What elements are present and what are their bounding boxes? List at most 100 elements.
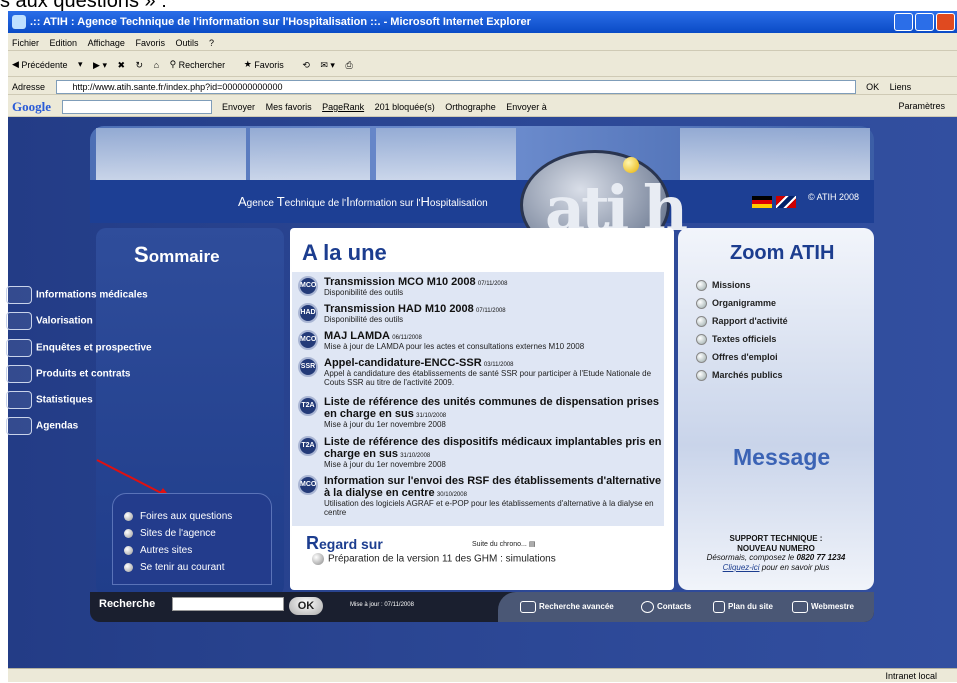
banner-photo-network bbox=[680, 128, 870, 180]
agenda-icon bbox=[6, 417, 32, 435]
close-button[interactable] bbox=[936, 13, 955, 31]
banner-photo-building bbox=[96, 128, 246, 180]
spellcheck-button[interactable]: Orthographe bbox=[445, 96, 496, 116]
window-titlebar: .:: ATIH : Agence Technique de l'informa… bbox=[8, 11, 957, 33]
stop-icon[interactable]: ✖ bbox=[117, 52, 125, 76]
menu-edition[interactable]: Edition bbox=[50, 34, 78, 50]
sitemap-link[interactable]: Plan du site bbox=[713, 601, 773, 613]
bullet-icon bbox=[696, 334, 707, 346]
address-bar: Adresse http://www.atih.sante.fr/index.p… bbox=[8, 77, 957, 95]
language-flags bbox=[752, 191, 800, 210]
link-stay-informed[interactable]: Se tenir au courant bbox=[124, 562, 225, 573]
menu-outils[interactable]: Outils bbox=[176, 34, 199, 50]
zoom-item-organigramme[interactable]: Organigramme bbox=[696, 298, 776, 310]
sommaire-item-produits[interactable]: Produits et contrats bbox=[6, 365, 130, 383]
bullet-icon bbox=[696, 298, 707, 310]
sommaire-item-agendas[interactable]: Agendas bbox=[6, 417, 78, 435]
bullet-icon bbox=[124, 528, 133, 538]
zoom-item-rapport[interactable]: Rapport d'activité bbox=[696, 316, 788, 328]
agency-name: Agence Technique de l'Information sur l'… bbox=[238, 194, 488, 209]
news-item[interactable]: MCO Transmission MCO M10 2008 07/11/2008… bbox=[298, 276, 668, 297]
menu-fichier[interactable]: Fichier bbox=[12, 34, 39, 50]
favorites-label: Favoris bbox=[254, 59, 284, 70]
zoom-atih-title: Zoom ATIH bbox=[730, 242, 835, 264]
zoom-item-offres[interactable]: Offres d'emploi bbox=[696, 352, 778, 364]
google-send[interactable]: Envoyer bbox=[222, 96, 255, 116]
google-logo: Google bbox=[12, 98, 51, 114]
refresh-icon[interactable]: ↻ bbox=[136, 52, 144, 76]
address-input[interactable]: http://www.atih.sante.fr/index.php?id=00… bbox=[55, 79, 856, 94]
go-button[interactable]: OK bbox=[866, 78, 879, 94]
news-item[interactable]: T2A Liste de référence des dispositifs m… bbox=[298, 436, 668, 469]
news-item[interactable]: HAD Transmission HAD M10 2008 07/11/2008… bbox=[298, 303, 668, 324]
news-item[interactable]: T2A Liste de référence des unités commun… bbox=[298, 396, 668, 429]
last-update: Mise à jour : 07/11/2008 bbox=[350, 602, 414, 608]
menu-help[interactable]: ? bbox=[209, 34, 214, 50]
zoom-item-textes[interactable]: Textes officiels bbox=[696, 334, 776, 346]
google-pagerank[interactable]: PageRank bbox=[322, 96, 364, 116]
search-label: Rechercher bbox=[178, 59, 226, 70]
valuation-icon bbox=[6, 312, 32, 330]
popup-blocked[interactable]: 201 bloquée(s) bbox=[375, 96, 435, 116]
link-other-sites[interactable]: Autres sites bbox=[124, 545, 192, 556]
ie-icon bbox=[12, 15, 26, 29]
chrono-icon: ▤ bbox=[528, 541, 536, 548]
news-badge-icon: SSR bbox=[298, 357, 318, 377]
advanced-search-icon bbox=[520, 601, 536, 613]
a-la-une-title: A la une bbox=[302, 240, 387, 265]
link-faq[interactable]: Foires aux questions bbox=[124, 511, 232, 522]
google-settings[interactable]: Paramètres bbox=[898, 95, 945, 116]
links-label[interactable]: Liens bbox=[890, 78, 912, 94]
statistics-icon bbox=[6, 391, 32, 409]
forward-button[interactable]: ▶ ▾ bbox=[93, 52, 107, 76]
news-item[interactable]: SSR Appel-candidature-ENCC-SSR 03/11/200… bbox=[298, 357, 668, 387]
search-button[interactable]: ⚲ Rechercher bbox=[170, 51, 234, 76]
favorites-button[interactable]: ★ Favoris bbox=[244, 51, 292, 76]
products-icon bbox=[6, 365, 32, 383]
suite-du-chrono-link[interactable]: Suite du chrono... ▤ bbox=[472, 540, 535, 548]
sommaire-item-statistiques[interactable]: Statistiques bbox=[6, 391, 93, 409]
banner-photo-office bbox=[376, 128, 516, 180]
history-icon[interactable]: ⟲ bbox=[302, 52, 310, 76]
minimize-button[interactable] bbox=[894, 13, 913, 31]
english-flag-icon[interactable] bbox=[776, 195, 796, 208]
back-button[interactable]: ◀ Précédente ▾ bbox=[12, 51, 83, 76]
window-title: .:: ATIH : Agence Technique de l'informa… bbox=[30, 16, 531, 28]
news-item[interactable]: MCO MAJ LAMDA 06/11/2008 Mise à jour de L… bbox=[298, 330, 668, 351]
menu-affichage[interactable]: Affichage bbox=[88, 34, 125, 50]
google-sendto[interactable]: Envoyer à bbox=[506, 96, 547, 116]
sommaire-item-informations-medicales[interactable]: Informations médicales bbox=[6, 286, 148, 304]
bullet-icon bbox=[312, 553, 324, 565]
search-input[interactable] bbox=[172, 597, 284, 611]
regard-item[interactable]: Préparation de la version 11 des GHM : s… bbox=[312, 553, 556, 565]
advanced-search-link[interactable]: Recherche avancée bbox=[520, 601, 614, 613]
sommaire-item-valorisation[interactable]: Valorisation bbox=[6, 312, 93, 330]
contacts-link[interactable]: Contacts bbox=[641, 601, 691, 613]
mail-icon[interactable]: ✉ ▾ bbox=[320, 52, 335, 76]
home-icon[interactable]: ⌂ bbox=[154, 52, 159, 76]
sommaire-title: Sommaire bbox=[134, 242, 220, 267]
banner-photo-phone bbox=[250, 128, 370, 180]
news-badge-icon: MCO bbox=[298, 330, 318, 350]
address-label: Adresse bbox=[12, 81, 46, 92]
bullet-icon bbox=[696, 352, 707, 364]
contacts-icon bbox=[641, 601, 654, 613]
maximize-button[interactable] bbox=[915, 13, 934, 31]
search-label: Recherche bbox=[99, 598, 156, 610]
search-ok-button[interactable]: OK bbox=[289, 597, 323, 615]
zoom-item-marches[interactable]: Marchés publics bbox=[696, 370, 783, 382]
german-flag-icon[interactable] bbox=[752, 195, 772, 208]
news-badge-icon: MCO bbox=[298, 475, 318, 495]
news-item[interactable]: MCO Information sur l'envoi des RSF des … bbox=[298, 475, 668, 517]
print-icon[interactable]: ⎙ bbox=[345, 52, 352, 76]
google-search-input[interactable] bbox=[61, 99, 212, 114]
support-link[interactable]: Cliquez-ici bbox=[723, 563, 760, 572]
status-bar: Intranet local bbox=[8, 668, 957, 682]
sommaire-item-enquetes[interactable]: Enquêtes et prospective bbox=[6, 339, 152, 357]
google-toolbar: Google Envoyer Mes favoris PageRank 201 … bbox=[8, 95, 957, 117]
link-agency-sites[interactable]: Sites de l'agence bbox=[124, 528, 216, 539]
zoom-item-missions[interactable]: Missions bbox=[696, 280, 751, 292]
google-favorites[interactable]: Mes favoris bbox=[266, 96, 312, 116]
webmaster-link[interactable]: Webmestre bbox=[792, 601, 854, 613]
menu-favoris[interactable]: Favoris bbox=[135, 34, 165, 50]
